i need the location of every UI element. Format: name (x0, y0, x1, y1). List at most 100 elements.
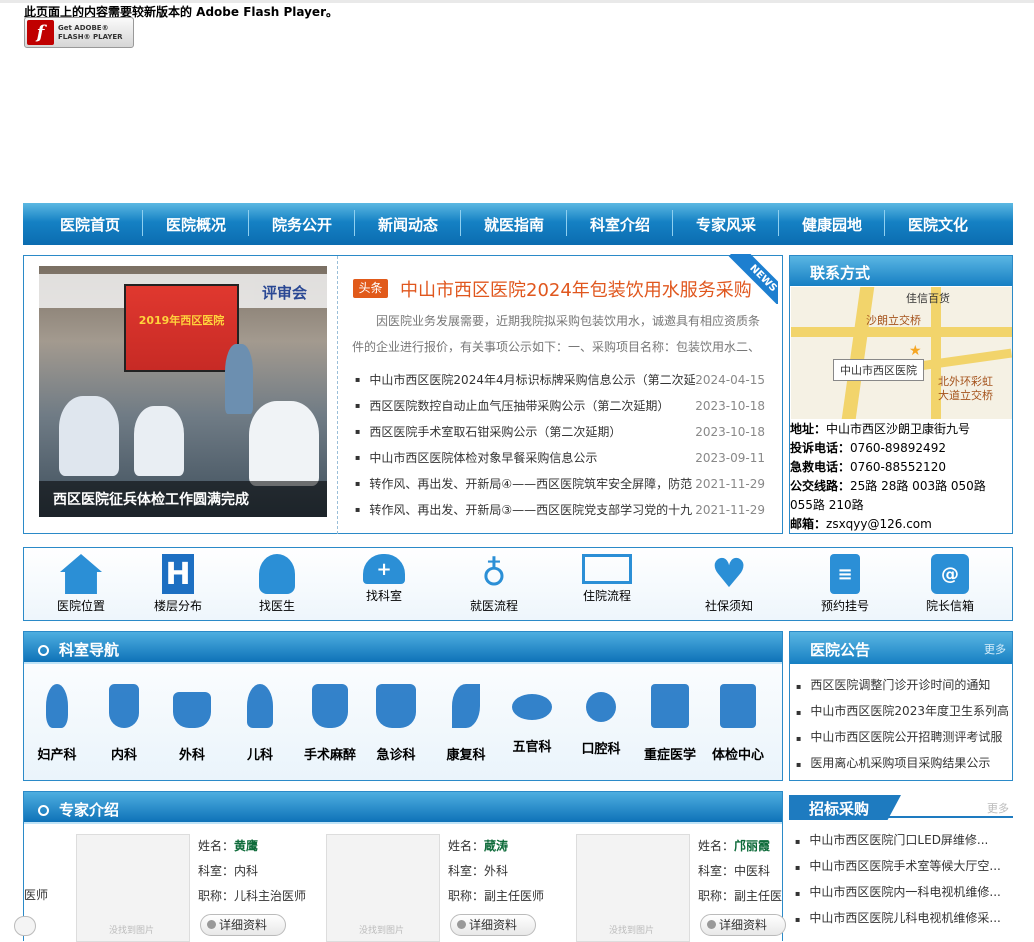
list-item[interactable]: 中山市西区医院内一科电视机维修... (795, 879, 1007, 905)
bidding-list: 中山市西区医院门口LED屏维修... 中山市西区医院手术室等候大厅空... 中山… (795, 827, 1007, 931)
partial-detail-button[interactable] (14, 916, 36, 936)
notice-title: 医院公告 (810, 641, 871, 659)
list-item[interactable]: 转作风、再出发、开新局④——西区医院筑牢安全屏障，防范2021-11-29 (355, 471, 765, 497)
quick-floors[interactable]: H 楼层分布 (151, 554, 205, 614)
list-item[interactable]: 中山市西区医院手术室等候大厅空... (795, 853, 1007, 879)
expert-detail-button[interactable]: 详细资料 (200, 914, 286, 936)
dept-emergency[interactable]: 急诊科 (366, 684, 426, 763)
section-bullet-icon (38, 645, 49, 656)
torso-icon (109, 684, 139, 728)
get-flash-player-button[interactable]: f Get ADOBE® FLASH® PLAYER (24, 17, 134, 48)
dept-internal[interactable]: 内科 (94, 684, 154, 763)
quick-process[interactable]: ♁ 就医流程 (464, 554, 524, 614)
nav-affairs[interactable]: 院务公开 (249, 209, 355, 236)
headline-link[interactable]: 中山市西区医院2024年包装饮用水服务采购 (400, 276, 752, 302)
dept-ent[interactable]: 五官科 (502, 684, 562, 755)
expert-rank: 副主任医师 (484, 889, 545, 903)
list-item[interactable]: 西区医院手术室取石钳采购公示（第二次延期）2023-10-18 (355, 419, 765, 445)
headline-summary: 因医院业务发展需要，近期我院拟采购包装饮用水，诚邀具有相应资质条件的企业进行报价… (352, 314, 761, 354)
news-panel: 评审会 2019年西区医院 西区医院征兵体检工作圆满完成 NEWS 头条 中山市… (23, 254, 783, 534)
expert-photo[interactable]: 没找到图片 (76, 834, 190, 942)
bidding-title: 招标采购 (789, 795, 901, 820)
quick-mailbox[interactable]: @ 院长信箱 (920, 554, 980, 614)
clipboard-icon: ≡ (830, 554, 860, 594)
dept-surgery[interactable]: 外科 (162, 684, 222, 763)
map-label-road2: 大道立交桥 (938, 389, 993, 402)
expert-detail-button[interactable]: 详细资料 (700, 914, 786, 936)
nav-experts[interactable]: 专家风采 (673, 209, 779, 236)
expert-photo[interactable]: 没找到图片 (326, 834, 440, 942)
list-item[interactable]: 西区医院数控自动止血气压抽带采购公示（第二次延期）2023-10-18 (355, 393, 765, 419)
expert-name[interactable]: 黄鹰 (234, 839, 258, 853)
mail-at-icon: @ (931, 554, 969, 594)
map-pin-hospital[interactable]: 中山市西区医院 (833, 359, 924, 381)
list-item[interactable]: 中山市西区医院体检对象早餐采购信息公示2023-09-11 (355, 445, 765, 471)
department-title: 科室导航 (59, 641, 120, 659)
quick-appointment[interactable]: ≡ 预约挂号 (815, 554, 875, 614)
nav-guide[interactable]: 就医指南 (461, 209, 567, 236)
nav-departments[interactable]: 科室介绍 (567, 209, 673, 236)
quick-department[interactable]: + 找科室 (357, 554, 411, 604)
expert-rank: 儿科主治医师 (234, 889, 307, 903)
expert-detail-button[interactable]: 详细资料 (450, 914, 536, 936)
map-label-interchange: 沙朗立交桥 (866, 314, 921, 327)
dept-anesthesia[interactable]: 手术麻醉 (298, 684, 362, 763)
nav-news[interactable]: 新闻动态 (355, 209, 461, 236)
list-item[interactable]: 医用离心机采购项目采购结果公示 (796, 750, 1008, 776)
list-item[interactable]: 西区医院调整门诊开诊时间的通知 (796, 672, 1008, 698)
expert-name[interactable]: 蔵涛 (484, 839, 508, 853)
list-item[interactable]: 中山市西区医院公开招聘测评考试服 (796, 724, 1008, 750)
leaf-icon (452, 684, 480, 728)
expert-photo[interactable]: 没找到图片 (576, 834, 690, 942)
nav-culture[interactable]: 医院文化 (885, 214, 991, 235)
dept-dental[interactable]: 口腔科 (571, 684, 631, 757)
doctor-icon (259, 554, 295, 594)
notice-more-link[interactable]: 更多 (984, 641, 1006, 657)
flash-logo-icon: f (27, 20, 54, 45)
news-list: 中山市西区医院2024年4月标识标牌采购信息公示（第二次延2024-04-15 … (355, 367, 765, 523)
photo-caption: 西区医院征兵体检工作圆满完成 (39, 481, 327, 517)
dept-rehab[interactable]: 康复科 (436, 684, 496, 763)
department-panel: 科室导航 妇产科 内科 外科 儿科 手术麻醉 急诊科 康复科 五官科 口腔科 重… (23, 631, 783, 781)
bidding-more-link[interactable]: 更多 (987, 800, 1009, 816)
nurse-cap-icon: + (363, 554, 405, 584)
monitor-icon (720, 684, 756, 728)
list-item[interactable]: 中山市西区医院门口LED屏维修... (795, 827, 1007, 853)
icu-bed-icon (651, 684, 689, 728)
nav-health[interactable]: 健康园地 (779, 209, 885, 236)
notice-list: 西区医院调整门诊开诊时间的通知 中山市西区医院2023年度卫生系列高 中山市西区… (796, 672, 1008, 776)
expert-dept: 内科 (234, 864, 259, 878)
list-item[interactable]: 中山市西区医院儿科电视机维修采... (795, 905, 1007, 931)
heart-icon: ♥ (711, 551, 747, 597)
contact-title: 联系方式 (790, 256, 1012, 286)
nav-home[interactable]: 医院首页 (37, 209, 143, 236)
notice-panel: 医院公告 更多 西区医院调整门诊开诊时间的通知 中山市西区医院2023年度卫生系列… (789, 631, 1013, 781)
list-item[interactable]: 中山市西区医院2024年4月标识标牌采购信息公示（第二次延2024-04-15 (355, 367, 765, 393)
photo-screen: 2019年西区医院 (124, 284, 239, 372)
expert-name[interactable]: 邝丽霞 (734, 839, 770, 853)
map-star-icon: ★ (909, 343, 922, 359)
expert-rank: 副主任医 (734, 889, 783, 903)
headline-tag: 头条 (353, 279, 388, 298)
anesthesia-icon (312, 684, 348, 728)
news-photo[interactable]: 评审会 2019年西区医院 西区医院征兵体检工作圆满完成 (39, 266, 327, 517)
location-map[interactable]: 佳信百货 沙朗立交桥 中山市西区医院 ★ 北外环彩虹 大道立交桥 (791, 287, 1012, 419)
contact-address: 地址：中山市西区沙朗卫康街九号 (790, 422, 971, 436)
dept-checkup[interactable]: 体检中心 (706, 684, 770, 763)
quick-links: 医院位置 H 楼层分布 找医生 + 找科室 ♁ 就医流程 住院流程 ♥ 社保须知 ≡ 预约… (23, 547, 1013, 621)
map-label-mall: 佳信百货 (906, 292, 950, 305)
expert-dept: 外科 (484, 864, 509, 878)
list-item[interactable]: 中山市西区医院2023年度卫生系列高 (796, 698, 1008, 724)
quick-location[interactable]: 医院位置 (54, 554, 108, 614)
quick-inpatient[interactable]: 住院流程 (577, 554, 637, 604)
quick-doctor[interactable]: 找医生 (250, 554, 304, 614)
expert-title: 专家介绍 (59, 801, 120, 819)
dept-obstetrics[interactable]: 妇产科 (27, 684, 87, 763)
stethoscope-icon: ♁ (481, 554, 507, 594)
hospital-h-icon: H (162, 554, 194, 594)
list-item[interactable]: 转作风、再出发、开新局③——西区医院党支部学习党的十九2021-11-29 (355, 497, 765, 523)
nav-overview[interactable]: 医院概况 (143, 209, 249, 236)
quick-insurance[interactable]: ♥ 社保须知 (699, 551, 759, 614)
dept-icu[interactable]: 重症医学 (638, 684, 702, 763)
dept-pediatrics[interactable]: 儿科 (230, 684, 290, 763)
